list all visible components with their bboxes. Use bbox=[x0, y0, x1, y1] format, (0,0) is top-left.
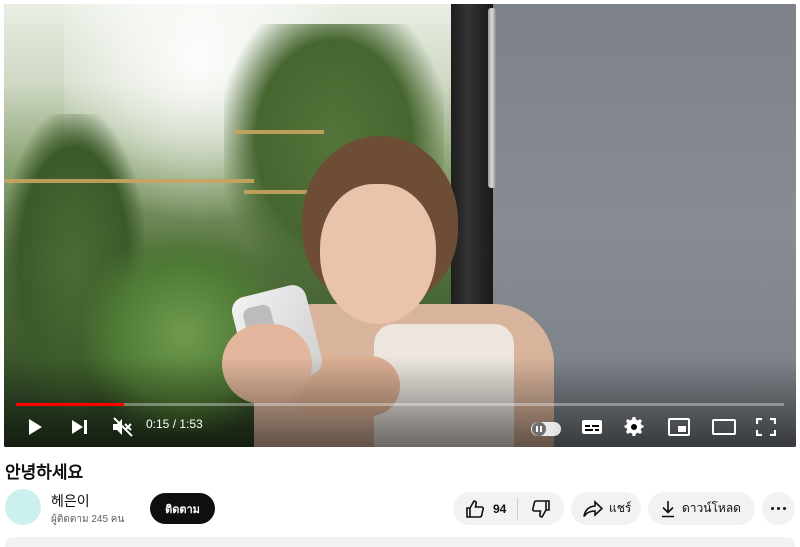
next-icon bbox=[72, 420, 87, 434]
channel-name[interactable]: 헤은이 bbox=[51, 491, 90, 511]
channel-avatar[interactable] bbox=[5, 489, 41, 525]
thumbs-up-icon bbox=[466, 499, 484, 518]
play-button[interactable] bbox=[24, 416, 46, 438]
theater-mode-icon bbox=[712, 419, 736, 435]
progress-fill bbox=[16, 403, 124, 406]
window-latch bbox=[488, 8, 496, 188]
autoplay-icon bbox=[532, 422, 546, 436]
mute-button[interactable] bbox=[110, 416, 136, 438]
like-dislike-group: 94 bbox=[453, 492, 564, 525]
time-display: 0:15 / 1:53 bbox=[146, 417, 203, 431]
subscribe-button[interactable]: ติดตาม bbox=[150, 493, 215, 524]
miniplayer-icon bbox=[668, 418, 690, 436]
theater-mode-button[interactable] bbox=[710, 416, 738, 438]
autoplay-toggle[interactable] bbox=[531, 422, 561, 436]
share-icon bbox=[583, 499, 603, 517]
fullscreen-button[interactable] bbox=[754, 416, 778, 438]
share-label: แชร์ bbox=[609, 501, 632, 515]
play-icon bbox=[29, 419, 42, 435]
mute-icon bbox=[113, 417, 133, 437]
download-button[interactable]: ดาวน์โหลด bbox=[648, 492, 755, 525]
video-title: 안녕하세요 bbox=[5, 463, 84, 482]
more-icon bbox=[770, 507, 788, 510]
download-label: ดาวน์โหลด bbox=[682, 501, 741, 515]
more-actions-button[interactable] bbox=[762, 492, 795, 525]
settings-button[interactable] bbox=[622, 416, 646, 438]
like-button[interactable]: 94 bbox=[453, 492, 517, 525]
settings-icon bbox=[624, 417, 644, 436]
fullscreen-icon bbox=[756, 418, 776, 436]
download-icon bbox=[662, 500, 674, 517]
description-box[interactable] bbox=[5, 537, 795, 547]
subtitles-button[interactable] bbox=[580, 416, 604, 438]
miniplayer-button[interactable] bbox=[666, 416, 692, 438]
progress-bar[interactable] bbox=[16, 403, 784, 406]
share-button[interactable]: แชร์ bbox=[571, 492, 641, 525]
thumbs-down-icon bbox=[532, 499, 550, 518]
person bbox=[320, 184, 436, 324]
next-button[interactable] bbox=[68, 416, 92, 438]
video-player[interactable]: 0:15 / 1:53 bbox=[4, 4, 796, 447]
subscriber-count: ผู้ติดตาม 245 คน bbox=[51, 514, 125, 525]
dislike-button[interactable] bbox=[518, 492, 564, 525]
like-count: 94 bbox=[493, 501, 507, 516]
subtitles-icon bbox=[582, 420, 602, 434]
